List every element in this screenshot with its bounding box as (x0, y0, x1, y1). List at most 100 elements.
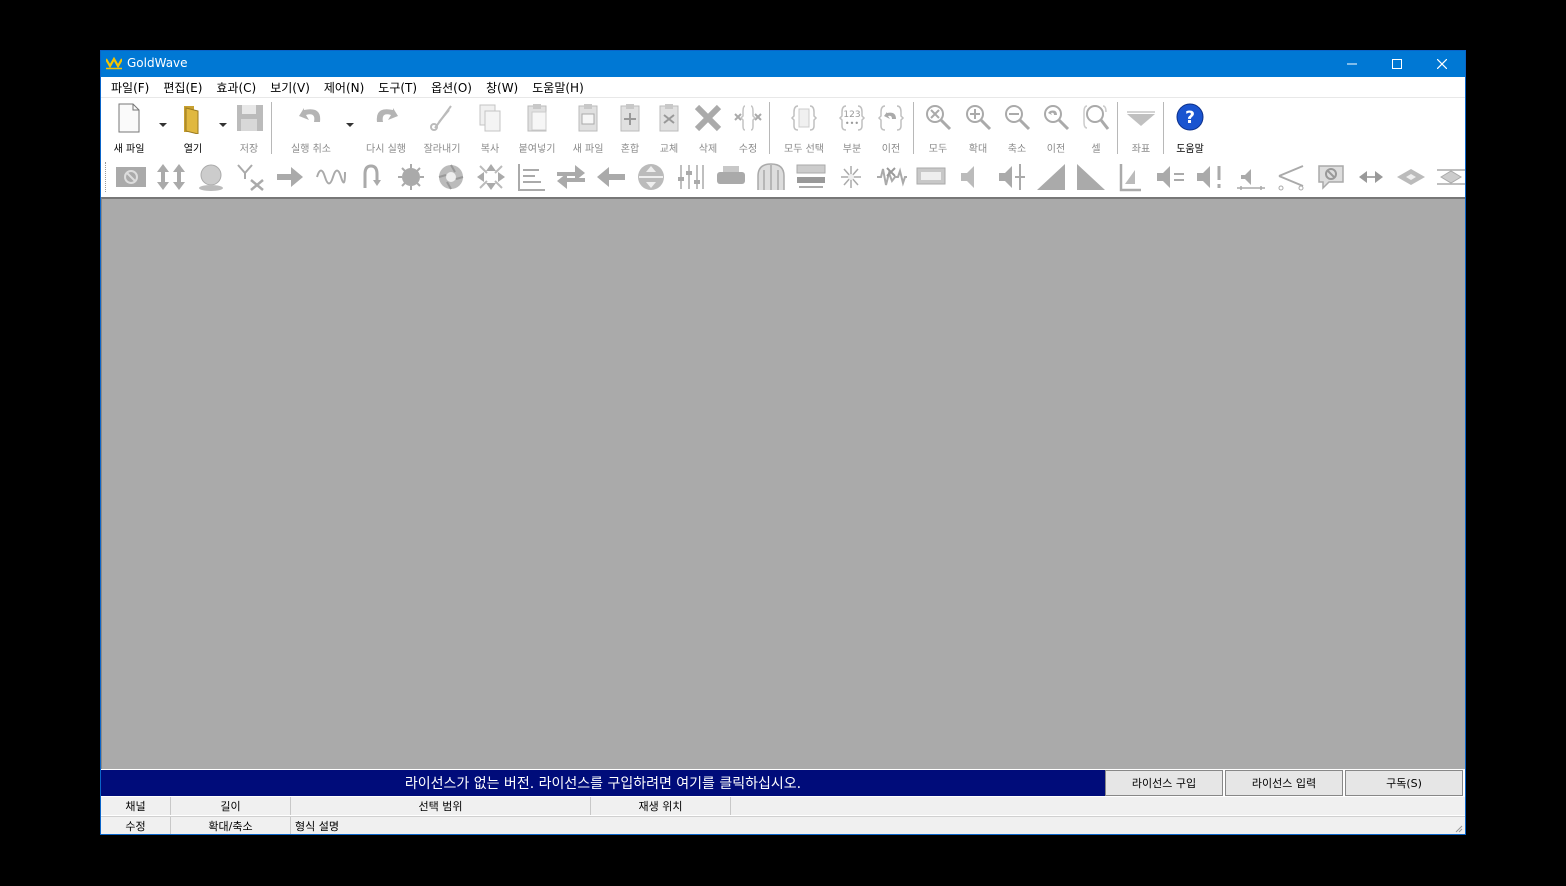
svg-text:?: ? (1185, 108, 1195, 128)
menu-window[interactable]: 창(W) (479, 79, 525, 96)
open-button[interactable]: 열기 (173, 102, 213, 155)
effect-icon[interactable] (635, 162, 667, 192)
effect-icon[interactable] (1035, 162, 1067, 192)
undo-dropdown-arrow[interactable] (346, 123, 354, 127)
menu-effect[interactable]: 효과(C) (209, 79, 263, 96)
effect-icon[interactable] (1195, 162, 1227, 192)
effect-icon[interactable] (1395, 162, 1427, 192)
menu-tools[interactable]: 도구(T) (371, 79, 424, 96)
effect-icon[interactable] (315, 162, 347, 192)
open-dropdown-arrow[interactable] (219, 123, 227, 127)
goldwave-window: GoldWave 파일(F) 편집(E) 효과(C) 보기(V) 제어(N) 도… (100, 50, 1466, 835)
effect-icon[interactable] (1075, 162, 1107, 192)
scissors-icon (430, 105, 452, 131)
effect-icon[interactable] (475, 162, 507, 192)
undo-icon (299, 108, 321, 122)
effect-icon[interactable] (435, 162, 467, 192)
effect-icon[interactable] (875, 162, 907, 192)
resize-grip-icon[interactable] (1453, 823, 1463, 833)
trim-button[interactable]: 수정 (728, 102, 768, 155)
effect-icon[interactable] (795, 162, 827, 192)
effect-icon[interactable] (355, 162, 387, 192)
previous-selection-icon (877, 105, 905, 131)
paste-button[interactable]: 붙여넣기 (517, 102, 557, 155)
effect-icon[interactable] (955, 162, 987, 192)
help-button[interactable]: ? 도움말 (1170, 102, 1210, 155)
paste-icon (527, 104, 547, 132)
maximize-button[interactable] (1374, 51, 1420, 77)
menu-file[interactable]: 파일(F) (104, 79, 156, 96)
license-message-bar[interactable]: 라이선스가 없는 버전. 라이선스를 구입하려면 여기를 클릭하십시오. (101, 770, 1105, 796)
effect-icon[interactable] (595, 162, 627, 192)
effect-icon[interactable] (155, 162, 187, 192)
paste-new-icon (578, 104, 598, 132)
status-length: 길이 (171, 797, 291, 815)
zoom-cell-icon (1083, 105, 1110, 130)
effect-icon[interactable] (555, 162, 587, 192)
minimize-icon (1347, 63, 1357, 65)
minimize-button[interactable] (1329, 51, 1375, 77)
status-zoom: 확대/축소 (171, 817, 291, 834)
open-folder-icon (184, 106, 199, 135)
menu-edit[interactable]: 편집(E) (156, 79, 209, 96)
effect-icon[interactable] (235, 162, 267, 192)
main-toolbar: 새 파일 열기 저장 실행 취소 다시 실행 잘라내기 복사 붙여넣기 새 파일… (101, 97, 1465, 156)
buy-license-button[interactable]: 라이선스 구입 (1105, 770, 1223, 796)
effect-icon[interactable] (1155, 162, 1187, 192)
toolbar-grip[interactable] (105, 162, 108, 192)
redo-button[interactable]: 다시 실행 (366, 102, 406, 155)
effect-icon[interactable] (1315, 162, 1347, 192)
sound-canvas-area[interactable] (101, 197, 1465, 769)
menu-control[interactable]: 제어(N) (317, 79, 371, 96)
zoom-all-icon (926, 105, 952, 131)
effect-icon[interactable] (1355, 162, 1387, 192)
zoom-previous-icon (1044, 105, 1070, 131)
effect-icon[interactable] (1275, 162, 1307, 192)
maximize-icon (1392, 59, 1402, 69)
close-icon (1437, 59, 1447, 69)
menu-help[interactable]: 도움말(H) (525, 79, 591, 96)
status-format-description: 형식 설명 (295, 820, 339, 833)
mix-icon (620, 104, 640, 132)
save-disk-icon (237, 105, 263, 131)
new-file-dropdown-arrow[interactable] (159, 123, 167, 127)
delete-x-icon (694, 104, 722, 132)
menu-options[interactable]: 옵션(O) (424, 79, 479, 96)
effect-icon[interactable] (915, 162, 947, 192)
undo-button[interactable]: 실행 취소 (291, 102, 331, 155)
status-modified: 수정 (101, 817, 171, 834)
enter-license-button[interactable]: 라이선스 입력 (1225, 770, 1343, 796)
effect-icon[interactable] (195, 162, 227, 192)
status-bar-row-1: 채널 길이 선택 범위 재생 위치 (101, 797, 1465, 815)
save-button[interactable]: 저장 (229, 102, 269, 155)
effect-icon[interactable] (675, 162, 707, 192)
svg-text:•••: ••• (845, 119, 859, 128)
effect-icon[interactable] (715, 162, 747, 192)
select-all-icon (790, 105, 818, 131)
menu-bar: 파일(F) 편집(E) 효과(C) 보기(V) 제어(N) 도구(T) 옵션(O… (101, 77, 1465, 97)
effect-icon[interactable] (995, 162, 1027, 192)
menu-view[interactable]: 보기(V) (263, 79, 317, 96)
zoom-out-icon (1005, 105, 1031, 131)
zoom-in-icon (966, 105, 992, 131)
new-file-icon (118, 103, 140, 133)
effect-icon[interactable] (115, 162, 147, 192)
effect-icon[interactable] (835, 162, 867, 192)
effect-icon[interactable] (395, 162, 427, 192)
new-file-button[interactable]: 새 파일 (109, 102, 149, 155)
effect-icon[interactable] (1115, 162, 1147, 192)
status-selection-range: 선택 범위 (291, 797, 591, 815)
close-button[interactable] (1419, 51, 1465, 77)
effect-icon[interactable] (275, 162, 307, 192)
effect-icon[interactable] (755, 162, 787, 192)
status-bar-row-2: 수정 확대/축소 형식 설명 (101, 816, 1465, 834)
redo-icon (376, 108, 398, 122)
toolbar-separator (271, 102, 272, 154)
status-channels: 채널 (101, 797, 171, 815)
subscribe-button[interactable]: 구독(S) (1345, 770, 1463, 796)
effect-icon[interactable] (515, 162, 547, 192)
effect-icon[interactable] (1435, 162, 1466, 192)
trim-icon (734, 105, 762, 131)
effect-icon[interactable] (1235, 162, 1267, 192)
goldwave-logo-icon (106, 56, 122, 70)
